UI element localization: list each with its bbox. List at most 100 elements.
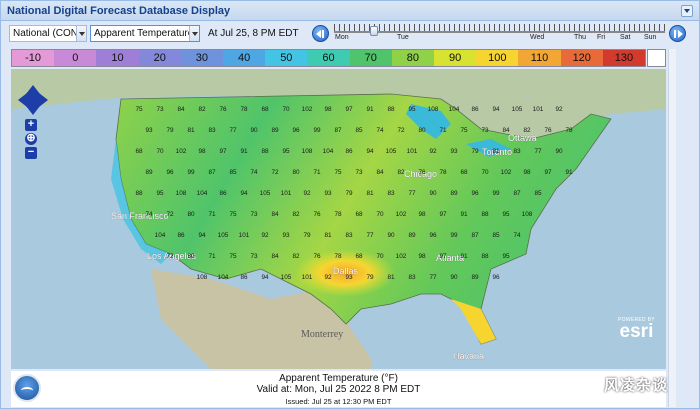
forecast-value-label: 87 [513, 190, 521, 197]
step-back-icon [316, 30, 321, 38]
forecast-value-label: 104 [218, 274, 229, 281]
forecast-value-label: 74 [145, 211, 153, 218]
forecast-value-label: 102 [396, 253, 407, 260]
forecast-value-label: 94 [198, 232, 206, 239]
forecast-value-label: 102 [501, 169, 512, 176]
forecast-value-label: 96 [292, 127, 300, 134]
chevron-down-icon[interactable] [76, 26, 86, 41]
chevron-down-icon[interactable] [189, 26, 199, 41]
timeline-track[interactable] [334, 31, 665, 33]
forecast-value-label: 108 [302, 148, 313, 155]
forecast-value-label: 104 [323, 148, 334, 155]
footer-variable: Apparent Temperature (°F) [279, 373, 398, 384]
forecast-value-label: 87 [208, 169, 216, 176]
forecast-value-label: 75 [229, 253, 237, 260]
pan-down-icon[interactable] [26, 106, 40, 115]
forecast-value-label: 78 [334, 211, 342, 218]
forecast-value-label: 71 [208, 211, 216, 218]
forecast-value-label: 84 [177, 106, 185, 113]
time-slider[interactable]: Mon Tue Wed Thu Fri Sat Sun [334, 22, 665, 42]
forecast-value-label: 98 [523, 169, 531, 176]
legend-cell: 80 [391, 50, 435, 66]
forecast-value-label: 95 [282, 148, 290, 155]
forecast-value-label: 105 [281, 274, 292, 281]
forecast-value-label: 105 [386, 148, 397, 155]
pan-up-icon[interactable] [26, 85, 40, 94]
globe-icon[interactable]: ⊕ [25, 133, 37, 145]
forecast-value-label: 85 [229, 169, 237, 176]
forecast-value-label: 70 [282, 106, 290, 113]
forecast-value-label: 79 [166, 127, 174, 134]
forecast-value-label: 99 [313, 127, 321, 134]
forecast-value-label: 98 [418, 211, 426, 218]
forecast-value-label: 77 [366, 232, 374, 239]
forecast-map[interactable]: Ottawa Toronto Chicago San Francisco Los… [11, 69, 666, 369]
forecast-value-label: 85 [534, 190, 542, 197]
forecast-value-label: 90 [387, 232, 395, 239]
forecast-value-label: 78 [334, 253, 342, 260]
pan-left-icon[interactable] [18, 93, 27, 107]
variable-select[interactable]: Apparent Temperature (°F) [90, 25, 200, 42]
forecast-value-label: 93 [450, 148, 458, 155]
forecast-value-label: 91 [460, 211, 468, 218]
forecast-value-label: 82 [292, 211, 300, 218]
map-footer: Apparent Temperature (°F) Valid at: Mon,… [11, 371, 666, 407]
forecast-value-label: 83 [345, 232, 353, 239]
forecast-value-label: 77 [408, 190, 416, 197]
next-time-button[interactable] [669, 25, 686, 42]
forecast-value-label: 96 [471, 190, 479, 197]
forecast-value-label: 81 [187, 127, 195, 134]
app-window: National Digital Forecast Database Displ… [0, 0, 700, 409]
forecast-value-label: 88 [481, 253, 489, 260]
pan-control[interactable] [18, 85, 48, 115]
forecast-value-label: 90 [450, 274, 458, 281]
forecast-value-label: 99 [492, 190, 500, 197]
forecast-value-label: 97 [345, 106, 353, 113]
previous-time-button[interactable] [312, 25, 329, 42]
scrollbar[interactable] [668, 49, 676, 407]
forecast-value-label: 89 [271, 127, 279, 134]
pan-right-icon[interactable] [39, 93, 48, 107]
legend-cell: 130 [602, 50, 646, 66]
forecast-value-label: 105 [260, 190, 271, 197]
legend-cell: 50 [265, 50, 308, 66]
forecast-value-label: 95 [408, 106, 416, 113]
color-legend: -10 0 10 20 30 40 50 60 70 80 90 100 110 120 130 [11, 49, 646, 67]
forecast-value-label: 74 [376, 127, 384, 134]
forecast-value-label: 88 [481, 211, 489, 218]
forecast-value-label: 85 [492, 232, 500, 239]
timeline-thumb[interactable] [370, 26, 378, 36]
forecast-value-label: 68 [261, 106, 269, 113]
forecast-value-label: 92 [261, 232, 269, 239]
legend-cell: 70 [349, 50, 392, 66]
forecast-value-label: 71 [439, 127, 447, 134]
zoom-in-button[interactable]: + [25, 119, 37, 131]
forecast-value-label: 88 [387, 106, 395, 113]
variable-select-value: Apparent Temperature (°F) [94, 28, 199, 39]
forecast-value-label: 83 [387, 190, 395, 197]
forecast-value-label: 101 [407, 148, 418, 155]
forecast-value-label: 93 [145, 127, 153, 134]
region-select[interactable]: National (CONUS) [9, 25, 87, 42]
city-label-san-francisco: San Francisco [111, 211, 169, 221]
zoom-out-button[interactable]: − [25, 147, 37, 159]
map-canvas[interactable]: Ottawa Toronto Chicago San Francisco Los… [11, 69, 666, 369]
place-label-monterrey: Monterrey [301, 329, 343, 340]
forecast-value-label: 75 [229, 211, 237, 218]
forecast-value-label: 95 [502, 253, 510, 260]
forecast-value-label: 90 [555, 148, 563, 155]
forecast-value-label: 79 [303, 232, 311, 239]
legend-cell: 30 [180, 50, 224, 66]
forecast-value-label: 80 [187, 253, 195, 260]
forecast-value-label: 93 [345, 274, 353, 281]
collapse-icon[interactable] [681, 5, 693, 17]
day-label-tue: Tue [397, 34, 409, 41]
day-label-wed: Wed [530, 34, 545, 41]
forecast-value-label: 73 [250, 211, 258, 218]
forecast-value-label: 84 [376, 169, 384, 176]
footer-issued-time: Issued: Jul 25 at 12:30 PM EDT [285, 397, 392, 406]
forecast-value-label: 70 [376, 211, 384, 218]
forecast-value-label: 93 [282, 232, 290, 239]
forecast-value-label: 101 [239, 232, 250, 239]
forecast-value-label: 85 [355, 127, 363, 134]
